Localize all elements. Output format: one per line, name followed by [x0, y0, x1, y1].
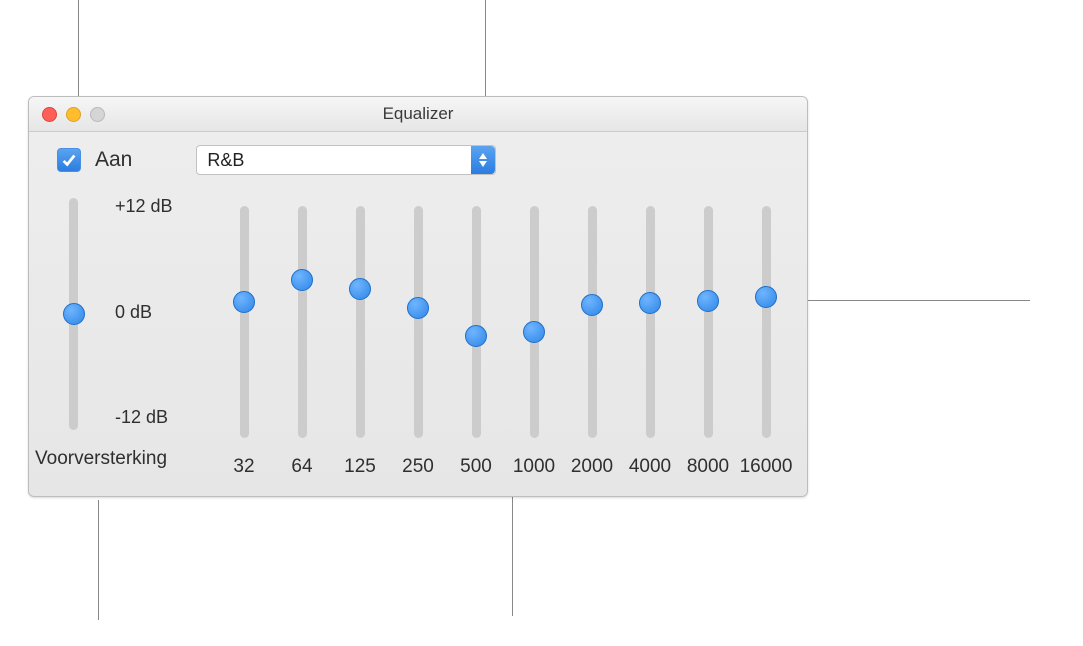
band-slider-125[interactable]: [356, 206, 365, 438]
band-hz-label: 250: [402, 456, 434, 478]
band-hz-label: 4000: [629, 456, 671, 478]
band-slider-250[interactable]: [414, 206, 423, 438]
bands-column: 32 64 125 250 500 1000 2000 4000 8000 16000: [215, 190, 807, 478]
preamp-slider[interactable]: [69, 198, 78, 430]
band-slider-thumb-16000[interactable]: [755, 286, 777, 308]
band-slider-16000[interactable]: [762, 206, 771, 438]
band-slider-thumb-8000[interactable]: [697, 290, 719, 312]
callout-line: [98, 500, 99, 620]
eq-enabled-label: Aan: [95, 148, 132, 172]
controls-row: Aan R&B: [29, 132, 807, 185]
equalizer-window: Equalizer Aan R&B +12 dB 0 dB -12 dB: [28, 96, 808, 497]
band-16000: 16000: [737, 198, 795, 478]
band-hz-label: 1000: [513, 456, 555, 478]
bands: 32 64 125 250 500 1000 2000 4000 8000 16000: [215, 190, 795, 478]
band-hz-label: 2000: [571, 456, 613, 478]
scale-label-top: +12 dB: [115, 196, 173, 217]
band-slider-1000[interactable]: [530, 206, 539, 438]
band-slider-4000[interactable]: [646, 206, 655, 438]
band-hz-label: 500: [460, 456, 492, 478]
preset-value: R&B: [197, 150, 471, 171]
band-500: 500: [447, 198, 505, 478]
band-250: 250: [389, 198, 447, 478]
band-8000: 8000: [679, 198, 737, 478]
preset-select[interactable]: R&B: [196, 145, 496, 175]
chevron-down-icon: [478, 160, 488, 168]
band-slider-thumb-32[interactable]: [233, 291, 255, 313]
preamp-label: Voorversterking: [35, 448, 167, 470]
chevron-up-icon: [478, 152, 488, 160]
band-hz-label: 32: [233, 456, 254, 478]
band-hz-label: 16000: [740, 456, 793, 478]
band-hz-label: 125: [344, 456, 376, 478]
band-hz-label: 64: [291, 456, 312, 478]
band-slider-500[interactable]: [472, 206, 481, 438]
band-hz-label: 8000: [687, 456, 729, 478]
callout-line: [800, 300, 1030, 301]
band-slider-thumb-64[interactable]: [291, 269, 313, 291]
band-slider-32[interactable]: [240, 206, 249, 438]
eq-body: +12 dB 0 dB -12 dB Voorversterking 32 64 1…: [29, 185, 807, 496]
band-slider-thumb-4000[interactable]: [639, 292, 661, 314]
window-title: Equalizer: [29, 104, 807, 124]
band-slider-8000[interactable]: [704, 206, 713, 438]
band-4000: 4000: [621, 198, 679, 478]
callout-line: [512, 496, 513, 616]
stepper-arrows-icon: [471, 146, 495, 174]
close-icon[interactable]: [42, 107, 57, 122]
preamp-column: +12 dB 0 dB -12 dB Voorversterking: [29, 190, 215, 478]
eq-enabled-checkbox[interactable]: [57, 148, 81, 172]
band-64: 64: [273, 198, 331, 478]
band-slider-2000[interactable]: [588, 206, 597, 438]
traffic-lights: [29, 107, 105, 122]
preamp-slider-thumb[interactable]: [63, 303, 85, 325]
band-slider-thumb-250[interactable]: [407, 297, 429, 319]
band-slider-thumb-125[interactable]: [349, 278, 371, 300]
checkmark-icon: [60, 151, 78, 169]
minimize-icon[interactable]: [66, 107, 81, 122]
scale-label-bot: -12 dB: [115, 407, 173, 428]
scale-label-mid: 0 dB: [115, 302, 173, 323]
titlebar: Equalizer: [29, 97, 807, 132]
band-125: 125: [331, 198, 389, 478]
band-slider-64[interactable]: [298, 206, 307, 438]
band-32: 32: [215, 198, 273, 478]
band-slider-thumb-500[interactable]: [465, 325, 487, 347]
band-slider-thumb-2000[interactable]: [581, 294, 603, 316]
scale-labels: +12 dB 0 dB -12 dB: [115, 196, 173, 428]
band-2000: 2000: [563, 198, 621, 478]
band-slider-thumb-1000[interactable]: [523, 321, 545, 343]
band-1000: 1000: [505, 198, 563, 478]
maximize-icon: [90, 107, 105, 122]
